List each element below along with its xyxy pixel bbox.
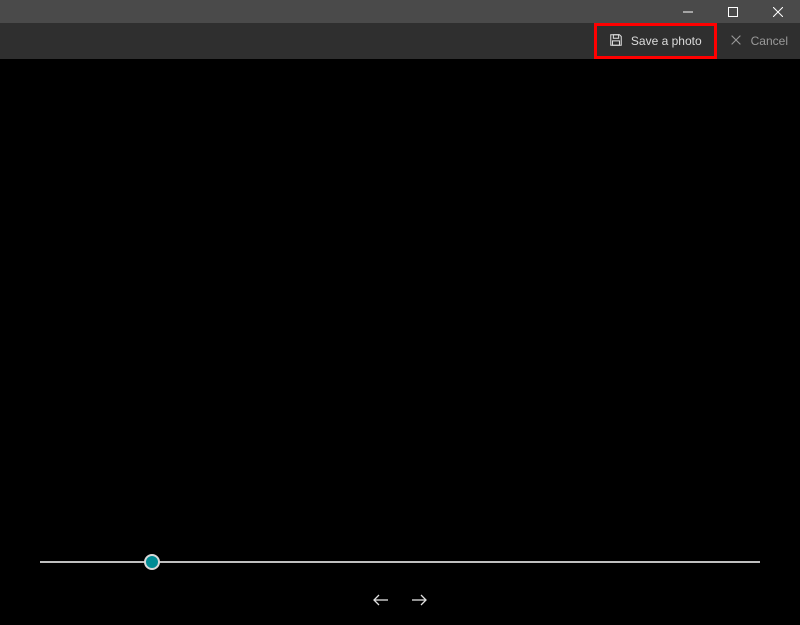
close-icon (773, 7, 783, 17)
save-photo-button[interactable]: Save a photo (594, 23, 717, 59)
next-frame-button[interactable] (411, 593, 427, 607)
window-titlebar (0, 0, 800, 23)
arrow-right-icon (411, 593, 427, 607)
frame-nav (373, 593, 427, 607)
cancel-icon (729, 33, 743, 50)
maximize-icon (728, 7, 738, 17)
frame-slider-thumb[interactable] (144, 554, 160, 570)
minimize-button[interactable] (665, 0, 710, 23)
arrow-left-icon (373, 593, 389, 607)
toolbar: Save a photo Cancel (0, 23, 800, 59)
save-photo-label: Save a photo (631, 34, 702, 48)
minimize-icon (683, 7, 693, 17)
frame-slider-track[interactable] (40, 561, 760, 563)
cancel-label: Cancel (751, 34, 788, 48)
cancel-button[interactable]: Cancel (717, 23, 800, 59)
maximize-button[interactable] (710, 0, 755, 23)
save-icon (609, 33, 623, 50)
photo-viewport (0, 59, 800, 625)
previous-frame-button[interactable] (373, 593, 389, 607)
close-button[interactable] (755, 0, 800, 23)
